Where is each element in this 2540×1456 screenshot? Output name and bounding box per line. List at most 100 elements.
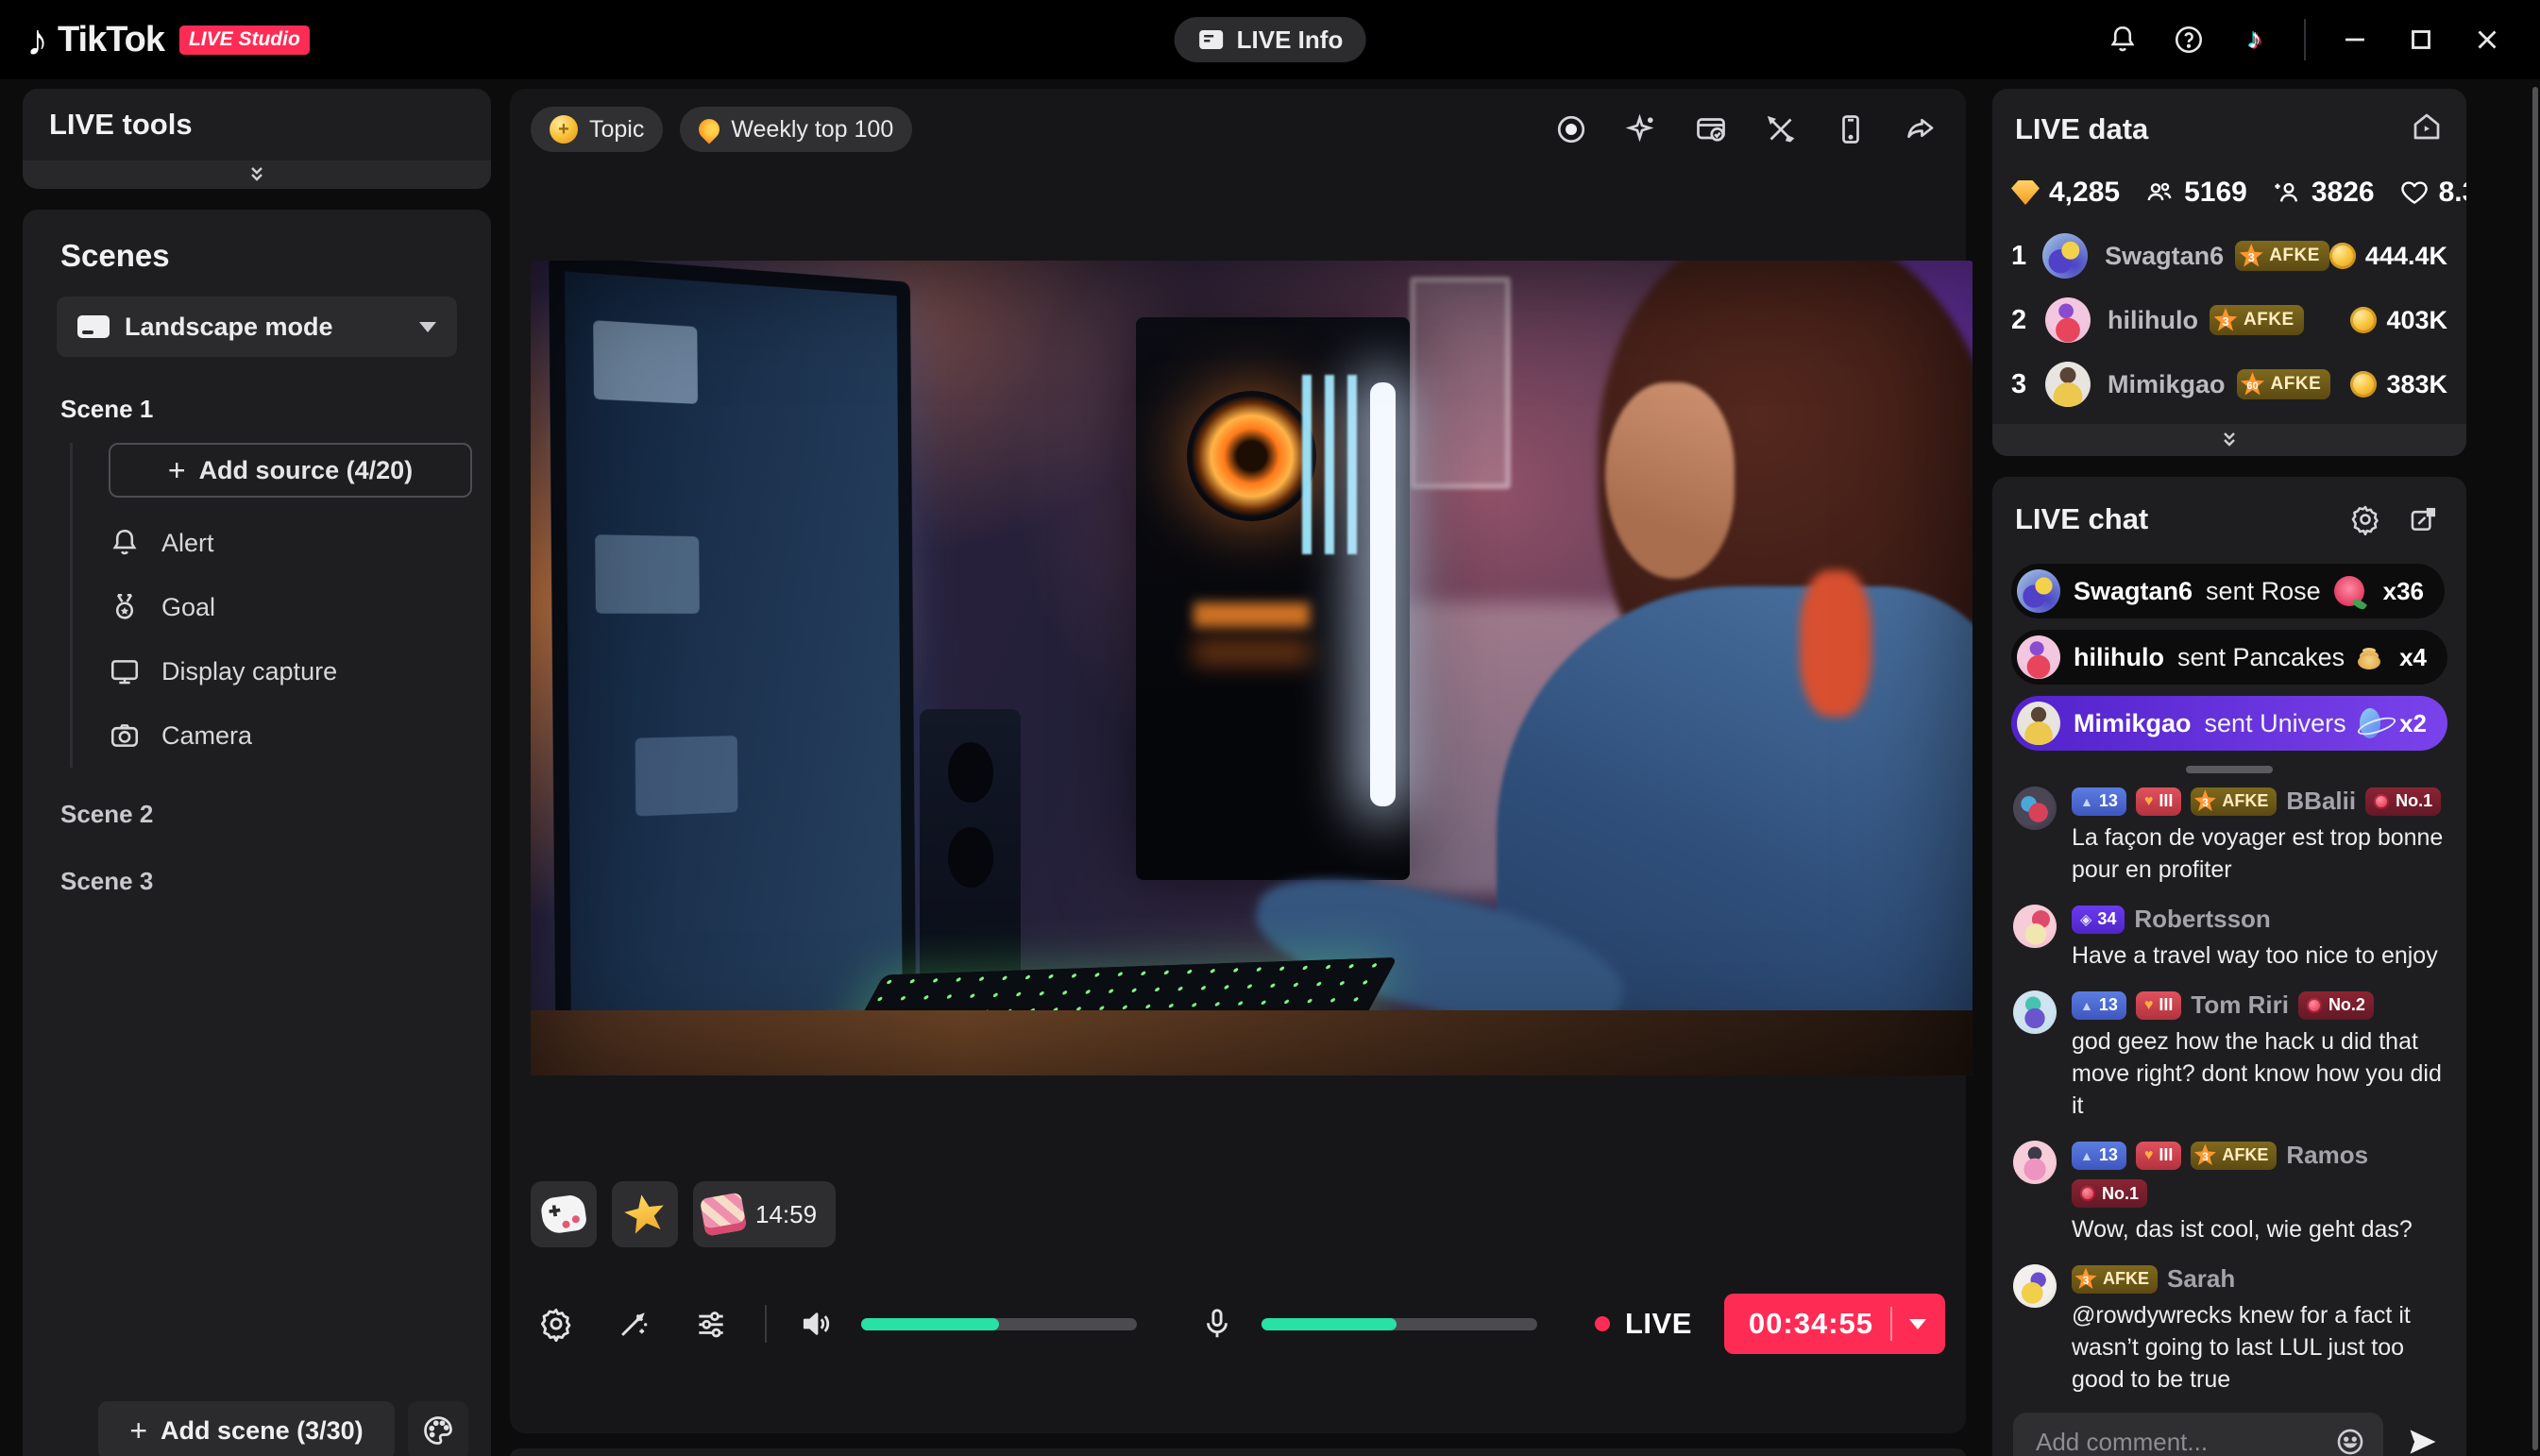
chat-username[interactable]: Robertsson [2134,905,2270,934]
chat-message: ▲13 ♥III 3AFKE BBalii No.1 La façon de v… [2013,787,2446,886]
window-maximize-button[interactable] [2395,13,2447,66]
chat-popout-icon[interactable] [2404,499,2444,539]
theme-palette-button[interactable] [408,1401,468,1456]
medal-icon [2374,794,2389,809]
universe-gift-icon [2360,708,2380,738]
chevron-double-down-icon [245,164,269,185]
mic-volume-icon[interactable] [1192,1298,1243,1349]
scene-3-item[interactable]: Scene 3 [23,835,491,902]
send-comment-button[interactable] [2400,1419,2446,1456]
avatar [2017,702,2060,745]
chat-message-text: @rowdywrecks knew for a fact it wasn’t g… [2072,1299,2446,1396]
live-tools-expand-button[interactable] [23,161,491,189]
chat-resize-handle[interactable] [2186,766,2273,773]
add-source-button[interactable]: + Add source (4/20) [109,443,472,498]
crossed-tools-icon[interactable] [1756,105,1805,154]
record-icon[interactable] [1547,105,1596,154]
window-minimize-button[interactable] [2328,13,2381,66]
gift-banner[interactable]: Swagtan6 sent Rose x36 [2011,564,2445,618]
live-data-expand-button[interactable] [1992,424,2466,456]
source-item-display-capture[interactable]: Display capture [109,639,472,703]
chat-username[interactable]: Ramos [2286,1141,2368,1170]
badge-text: AFKE [2222,791,2268,811]
share-icon[interactable] [1896,105,1945,154]
source-item-goal[interactable]: Goal [109,575,472,639]
gift-action: sent Pancakes [2177,643,2345,672]
level-badge: ▲13 [2072,991,2126,1020]
scene-1-item[interactable]: Scene 1 [23,357,491,430]
leaderboard-row[interactable]: 1 Swagtan6 3 AFKE 444.4K [2011,224,2447,288]
titlebar-divider [2304,19,2306,60]
level-value: 13 [2099,791,2118,811]
chat-username[interactable]: BBalii [2286,787,2356,816]
afke-badge: 3 AFKE [2210,305,2304,335]
heart-icon: ♥ [2144,997,2154,1014]
afke-badge: 3AFKE [2191,1142,2277,1170]
avatar [2017,635,2060,679]
gifter-name: Swagtan6 [2105,242,2224,271]
gift-tile-star[interactable] [612,1181,678,1247]
mic-volume-fill [1262,1318,1397,1330]
add-scene-button[interactable]: + Add scene (3/30) [98,1401,395,1456]
fire-icon [695,114,724,144]
coin-icon [2350,307,2377,333]
rank: 1 [2011,241,2042,272]
chevron-down-icon[interactable] [1909,1319,1926,1329]
weekly-top-badge[interactable]: Weekly top 100 [680,107,912,152]
coins-amount: 403K [2386,306,2447,335]
window-scrollbar[interactable] [2532,87,2538,1450]
coins-value: 383K [2350,370,2447,399]
speaker-volume-icon[interactable] [791,1298,842,1349]
window-close-button[interactable] [2461,13,2514,66]
gift-count: x2 [2399,709,2427,738]
chat-message-text: god geez how the hack u did that move ri… [2072,1025,2446,1122]
notifications-bell-icon[interactable] [2096,13,2149,66]
chevron-double-down-icon [2217,430,2242,450]
heart-icon: ♥ [2144,793,2154,810]
leaderboard-row[interactable]: 2 hilihulo 3 AFKE 403K [2011,288,2447,352]
layout-mode-select[interactable]: Landscape mode [57,296,457,357]
chat-username[interactable]: Tom Riri [2191,990,2289,1020]
leaderboard-row[interactable]: 3 Mimikgao 60 AFKE 383K [2011,352,2447,416]
chat-username[interactable]: Sarah [2167,1264,2235,1294]
topic-badge[interactable]: + Topic [531,107,663,152]
scene-sources: + Add source (4/20) Alert Goal Display c… [70,443,472,768]
gift-tile-controller[interactable] [531,1181,597,1247]
camera-icon [109,720,141,752]
mic-volume-slider[interactable] [1262,1318,1537,1330]
card-check-icon[interactable] [1686,105,1736,154]
help-icon[interactable] [2162,13,2215,66]
magic-pen-icon[interactable] [608,1298,659,1349]
live-data-title: LIVE data [2015,112,2148,146]
goal-medal-icon [109,591,141,623]
gift-tile-cake-timer[interactable]: 14:59 [693,1181,836,1247]
chat-message-text: La façon de voyager est trop bonne pour … [2072,821,2446,886]
speaker-volume-slider[interactable] [861,1318,1137,1330]
badge-text: AFKE [2271,374,2322,395]
stream-settings-gear-icon[interactable] [531,1298,582,1349]
chat-message: ◈34 Robertsson Have a travel way too nic… [2013,905,2446,972]
stream-timer-button[interactable]: 00:34:55 [1724,1294,1945,1354]
gift-banner[interactable]: hilihulo sent Pancakes x4 [2011,630,2447,685]
chat-message-text: Wow, das ist cool, wie geht das? [2072,1213,2446,1245]
mobile-icon[interactable] [1826,105,1875,154]
chat-settings-gear-icon[interactable] [2345,499,2385,539]
badge-star-icon: 3 [2239,244,2263,268]
source-item-camera[interactable]: Camera [109,703,472,768]
badge-star-icon: 3 [2074,1268,2097,1291]
gift-banner-highlighted[interactable]: Mimikgao sent Univers x2 [2011,696,2447,751]
data-home-icon[interactable] [2410,110,2444,148]
adjust-sliders-icon[interactable] [686,1298,737,1349]
fan-level: III [2159,995,2173,1015]
comment-input[interactable] [2013,1413,2383,1456]
scene-2-item[interactable]: Scene 2 [23,768,491,835]
source-item-alert[interactable]: Alert [109,511,472,575]
effects-sparkle-icon[interactable] [1617,105,1666,154]
viewers-value: 5169 [2184,177,2247,209]
live-info-button[interactable]: LIVE Info [1175,17,1366,62]
tiktok-app-icon[interactable]: ♪ [2228,13,2281,66]
badge-text: AFKE [2103,1269,2149,1289]
chat-message-list[interactable]: ▲13 ♥III 3AFKE BBalii No.1 La façon de v… [1992,773,2466,1396]
add-scene-label: Add scene (3/30) [161,1416,364,1446]
emoji-icon[interactable] [2334,1426,2366,1456]
